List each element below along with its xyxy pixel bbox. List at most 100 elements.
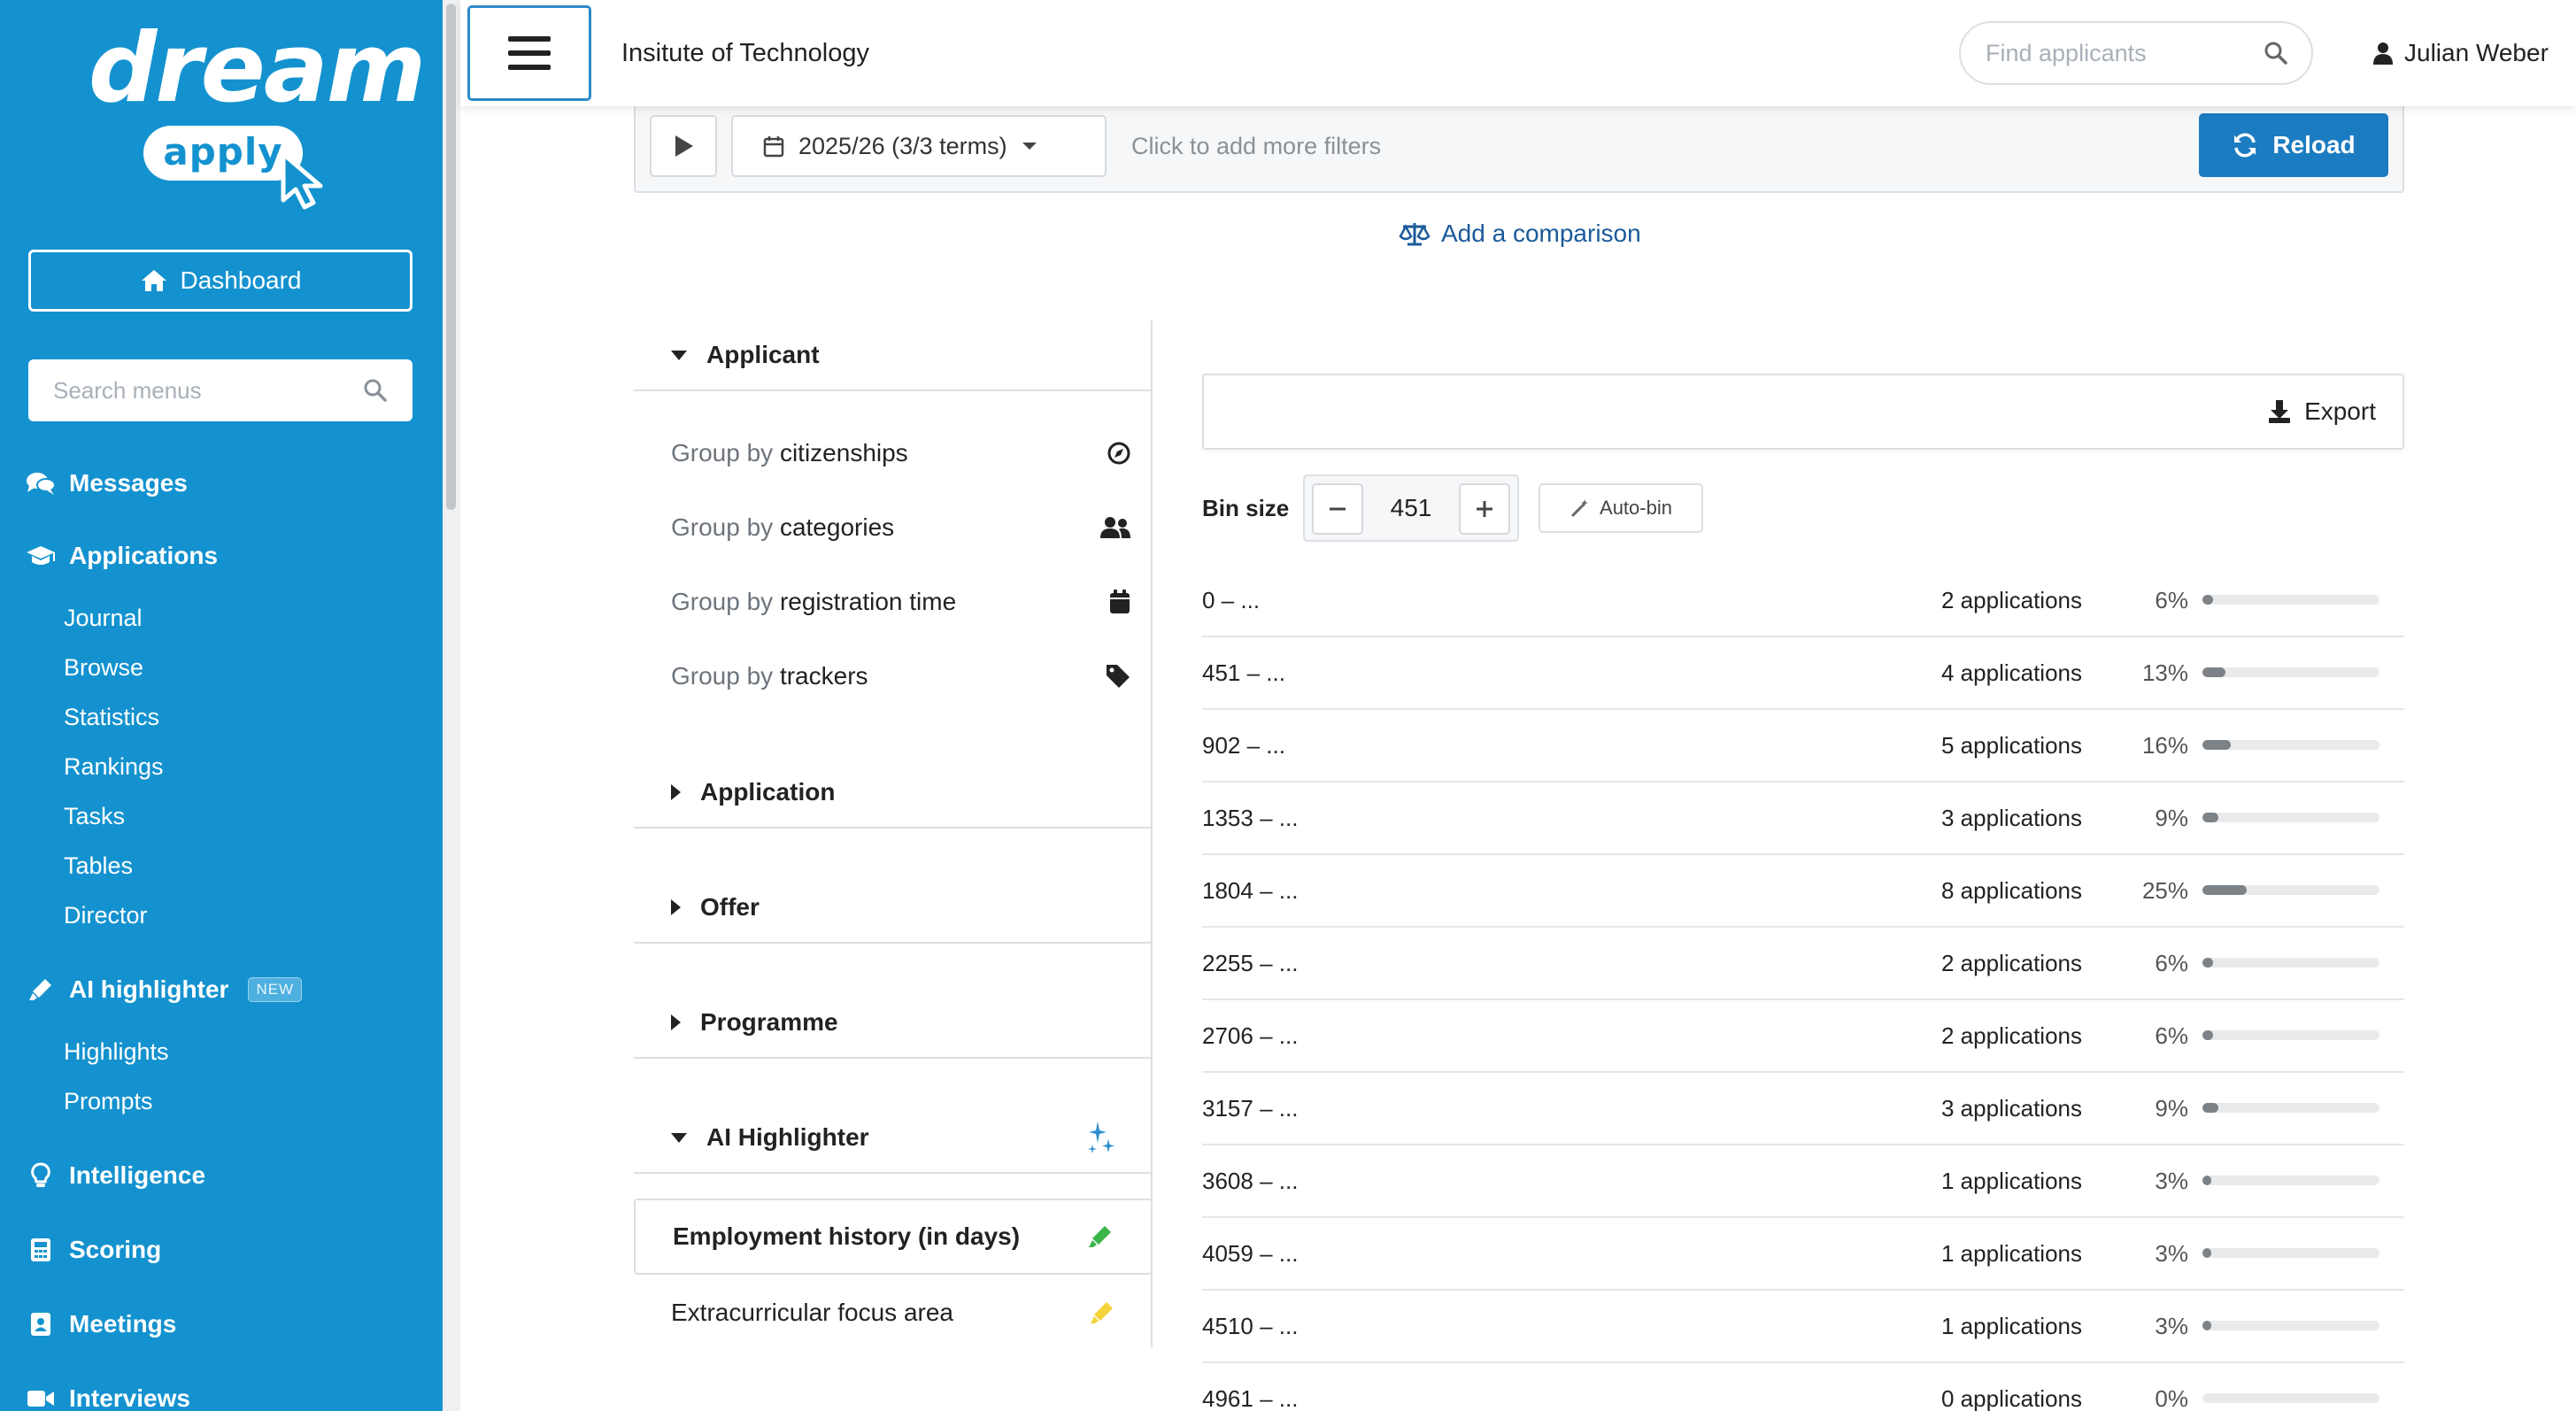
minus-icon <box>1330 507 1346 511</box>
sidebar-item-applications[interactable]: Applications <box>25 538 218 574</box>
sidebar-item-interviews[interactable]: Interviews <box>25 1381 190 1411</box>
find-applicants-input[interactable]: Find applicants <box>1959 21 2313 85</box>
group-by-trackers[interactable]: Group by trackers <box>671 657 1131 696</box>
group-by-registration-time[interactable]: Group by registration time <box>671 582 1131 621</box>
scoring-label: Scoring <box>69 1236 162 1263</box>
histogram-row: 3157 – ... 3 applications 9% <box>1202 1073 2404 1145</box>
export-label: Export <box>2304 397 2376 425</box>
group-by-categories[interactable]: Group by categories <box>671 508 1131 547</box>
bin-range: 1804 – ... <box>1202 877 1299 904</box>
sidebar-item-tasks[interactable]: Tasks <box>64 798 125 834</box>
bin-percent: 3% <box>2155 1313 2188 1339</box>
progress-track <box>2202 740 2379 750</box>
sidebar-item-intelligence[interactable]: Intelligence <box>25 1158 205 1193</box>
dreamapply-logo[interactable]: dream apply <box>89 16 426 210</box>
section-application[interactable]: Application <box>634 758 1151 829</box>
increment-button[interactable] <box>1459 483 1510 535</box>
bin-count: 2 applications <box>1941 1022 2082 1049</box>
section-applicant[interactable]: Applicant <box>634 320 1151 391</box>
progress-fill <box>2202 595 2213 605</box>
run-button[interactable] <box>650 115 717 177</box>
section-ai-highlighter-title: AI Highlighter <box>706 1123 869 1151</box>
progress-track <box>2202 1176 2379 1185</box>
home-icon <box>141 270 166 291</box>
progress-track <box>2202 1321 2379 1330</box>
bin-range: 2706 – ... <box>1202 1022 1299 1049</box>
bin-range: 902 – ... <box>1202 732 1285 759</box>
caret-right-icon <box>671 899 681 915</box>
ai-field-label: Employment history (in days) <box>673 1222 1021 1250</box>
section-programme[interactable]: Programme <box>634 988 1151 1059</box>
section-programme-title: Programme <box>700 1008 838 1036</box>
sidebar-item-ai-highlighter[interactable]: AI highlighter NEW <box>25 972 303 1007</box>
add-filters-link[interactable]: Click to add more filters <box>1131 99 1381 193</box>
sidebar-item-journal[interactable]: Journal <box>64 600 143 636</box>
dashboard-button[interactable]: Dashboard <box>28 250 413 312</box>
decrement-button[interactable] <box>1312 483 1363 535</box>
reload-button[interactable]: Reload <box>2199 113 2388 177</box>
group-by-citizenships[interactable]: Group by citizenships <box>671 434 1131 473</box>
bin-count: 1 applications <box>1941 1168 2082 1194</box>
users-icon <box>1100 517 1130 538</box>
ai-field-employment-history[interactable]: Employment history (in days) <box>634 1199 1153 1275</box>
bin-percent: 13% <box>2141 659 2188 686</box>
bin-size-stepper[interactable]: 451 <box>1303 474 1519 542</box>
menu-toggle-button[interactable] <box>467 5 591 101</box>
sidebar-scrollbar-thumb[interactable] <box>446 4 456 510</box>
calendar-icon <box>763 136 784 158</box>
sidebar-item-tables[interactable]: Tables <box>64 848 133 883</box>
hamburger-icon <box>508 36 551 70</box>
bin-size-controls: Bin size 451 Auto-bin <box>1202 473 2087 544</box>
auto-bin-button[interactable]: Auto-bin <box>1539 483 1703 533</box>
bin-range: 4510 – ... <box>1202 1313 1299 1339</box>
highlighter-icon <box>29 979 51 1000</box>
search-menus-input[interactable]: Search menus <box>28 359 413 421</box>
add-comparison-label: Add a comparison <box>1441 220 1641 247</box>
bin-count: 2 applications <box>1941 950 2082 976</box>
histogram-row: 451 – ... 4 applications 13% <box>1202 637 2404 710</box>
sidebar-item-rankings[interactable]: Rankings <box>64 749 164 784</box>
magic-wand-icon <box>1571 499 1589 517</box>
histogram-row: 4961 – ... 0 applications 0% <box>1202 1363 2404 1411</box>
bin-range: 451 – ... <box>1202 659 1285 686</box>
sidebar-item-browse[interactable]: Browse <box>64 650 143 685</box>
sidebar-item-director[interactable]: Director <box>64 898 148 933</box>
bin-size-value[interactable]: 451 <box>1367 476 1455 540</box>
user-icon <box>2373 42 2393 65</box>
section-offer[interactable]: Offer <box>634 873 1151 944</box>
section-ai-highlighter[interactable]: AI Highlighter <box>634 1103 1151 1174</box>
bin-percent: 3% <box>2155 1240 2188 1267</box>
progress-track <box>2202 1393 2379 1403</box>
ai-field-extracurricular[interactable]: Extracurricular focus area <box>634 1275 1153 1351</box>
video-icon <box>27 1391 54 1407</box>
group-by-key: trackers <box>779 662 868 690</box>
progress-fill <box>2202 1103 2218 1113</box>
bin-count: 3 applications <box>1941 805 2082 831</box>
term-filter-dropdown[interactable]: 2025/26 (3/3 terms) <box>731 115 1107 177</box>
sidebar-item-meetings[interactable]: Meetings <box>25 1307 176 1342</box>
group-by-key: registration time <box>779 588 957 615</box>
group-by-prefix: Group by <box>671 513 774 541</box>
cursor-icon <box>281 151 323 210</box>
ai-field-label: Extracurricular focus area <box>671 1299 954 1326</box>
sidebar-item-highlights[interactable]: Highlights <box>64 1034 169 1069</box>
user-menu[interactable]: Julian Weber <box>2372 0 2549 106</box>
bin-percent: 6% <box>2155 587 2188 613</box>
sidebar-item-scoring[interactable]: Scoring <box>25 1232 161 1268</box>
sidebar-item-prompts[interactable]: Prompts <box>64 1083 153 1119</box>
bin-count: 5 applications <box>1941 732 2082 759</box>
export-button[interactable]: Export <box>2267 375 2376 448</box>
compass-icon <box>1107 442 1130 465</box>
bin-count: 8 applications <box>1941 877 2082 904</box>
bin-size-label: Bin size <box>1202 495 1290 521</box>
user-name: Julian Weber <box>2404 39 2549 66</box>
sparkles-icon <box>1088 1122 1114 1153</box>
sidebar-item-statistics[interactable]: Statistics <box>64 699 159 735</box>
bin-range: 1353 – ... <box>1202 805 1299 831</box>
add-comparison-link[interactable]: Add a comparison <box>1399 220 1641 248</box>
highlighter-icon <box>1091 1302 1113 1323</box>
plus-icon <box>1477 501 1492 517</box>
term-filter-label: 2025/26 (3/3 terms) <box>798 132 1007 159</box>
sidebar-item-messages[interactable]: Messages <box>25 466 188 501</box>
bin-percent: 0% <box>2155 1385 2188 1411</box>
